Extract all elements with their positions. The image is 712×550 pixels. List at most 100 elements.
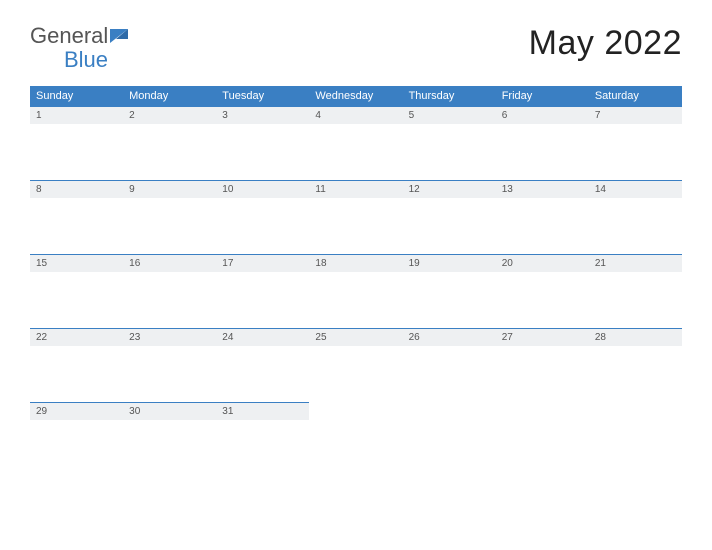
day-cell: 13	[496, 180, 589, 254]
day-body	[309, 420, 402, 476]
day-number: 17	[216, 254, 309, 272]
day-number: 29	[30, 402, 123, 420]
day-number: 2	[123, 106, 216, 124]
day-number: 7	[589, 106, 682, 124]
day-body	[589, 124, 682, 180]
day-body	[216, 346, 309, 402]
day-number: 24	[216, 328, 309, 346]
day-number: 11	[309, 180, 402, 198]
day-number	[403, 402, 496, 420]
day-body	[30, 272, 123, 328]
day-body	[589, 420, 682, 476]
day-cell: 23	[123, 328, 216, 402]
day-body	[403, 346, 496, 402]
day-number: 4	[309, 106, 402, 124]
weekday-header: Friday	[496, 86, 589, 106]
day-body	[123, 272, 216, 328]
day-cell: 4	[309, 106, 402, 180]
day-body	[30, 346, 123, 402]
day-cell: 2	[123, 106, 216, 180]
day-body	[309, 272, 402, 328]
day-body	[496, 420, 589, 476]
day-cell	[496, 402, 589, 476]
day-cell: 14	[589, 180, 682, 254]
day-body	[496, 272, 589, 328]
day-cell: 9	[123, 180, 216, 254]
day-cell: 5	[403, 106, 496, 180]
day-cell: 25	[309, 328, 402, 402]
brand-logo: General Blue	[30, 24, 128, 72]
day-number: 8	[30, 180, 123, 198]
day-cell: 30	[123, 402, 216, 476]
day-body	[216, 124, 309, 180]
day-cell: 28	[589, 328, 682, 402]
day-cell: 18	[309, 254, 402, 328]
day-body	[123, 198, 216, 254]
weekday-header: Sunday	[30, 86, 123, 106]
day-number: 20	[496, 254, 589, 272]
day-number: 21	[589, 254, 682, 272]
day-cell: 6	[496, 106, 589, 180]
day-number: 18	[309, 254, 402, 272]
day-number: 27	[496, 328, 589, 346]
day-body	[309, 198, 402, 254]
brand-part2: Blue	[30, 48, 108, 72]
day-body	[403, 272, 496, 328]
day-body	[30, 124, 123, 180]
day-number: 6	[496, 106, 589, 124]
day-body	[589, 272, 682, 328]
day-body	[403, 420, 496, 476]
day-number: 5	[403, 106, 496, 124]
day-cell: 15	[30, 254, 123, 328]
day-number: 15	[30, 254, 123, 272]
weekday-header: Thursday	[403, 86, 496, 106]
weekday-header: Wednesday	[309, 86, 402, 106]
day-cell: 31	[216, 402, 309, 476]
day-number	[496, 402, 589, 420]
day-body	[403, 124, 496, 180]
week-row: 293031	[30, 402, 682, 476]
day-number: 31	[216, 402, 309, 420]
day-number: 3	[216, 106, 309, 124]
day-body	[216, 420, 309, 476]
day-number: 26	[403, 328, 496, 346]
week-row: 15161718192021	[30, 254, 682, 328]
day-cell: 1	[30, 106, 123, 180]
day-cell: 3	[216, 106, 309, 180]
day-cell	[309, 402, 402, 476]
brand-part1: General	[30, 23, 108, 48]
day-body	[216, 272, 309, 328]
day-cell: 16	[123, 254, 216, 328]
week-row: 1234567	[30, 106, 682, 180]
flag-icon	[110, 24, 128, 48]
day-number: 28	[589, 328, 682, 346]
day-cell	[403, 402, 496, 476]
day-number	[309, 402, 402, 420]
day-cell: 17	[216, 254, 309, 328]
day-number: 10	[216, 180, 309, 198]
day-number: 30	[123, 402, 216, 420]
day-cell: 24	[216, 328, 309, 402]
day-body	[123, 346, 216, 402]
day-cell: 8	[30, 180, 123, 254]
day-cell: 27	[496, 328, 589, 402]
day-body	[496, 198, 589, 254]
day-body	[496, 346, 589, 402]
day-body	[403, 198, 496, 254]
weekday-header: Monday	[123, 86, 216, 106]
day-cell: 29	[30, 402, 123, 476]
day-cell: 7	[589, 106, 682, 180]
calendar-title: May 2022	[529, 24, 682, 63]
day-body	[589, 346, 682, 402]
day-number: 19	[403, 254, 496, 272]
day-body	[30, 198, 123, 254]
day-body	[123, 124, 216, 180]
calendar-page: General Blue May 2022 Sunday Monday Tues…	[0, 0, 712, 496]
day-body	[30, 420, 123, 476]
day-number: 23	[123, 328, 216, 346]
weekday-header: Tuesday	[216, 86, 309, 106]
day-cell	[589, 402, 682, 476]
day-body	[216, 198, 309, 254]
day-number: 14	[589, 180, 682, 198]
day-number: 12	[403, 180, 496, 198]
